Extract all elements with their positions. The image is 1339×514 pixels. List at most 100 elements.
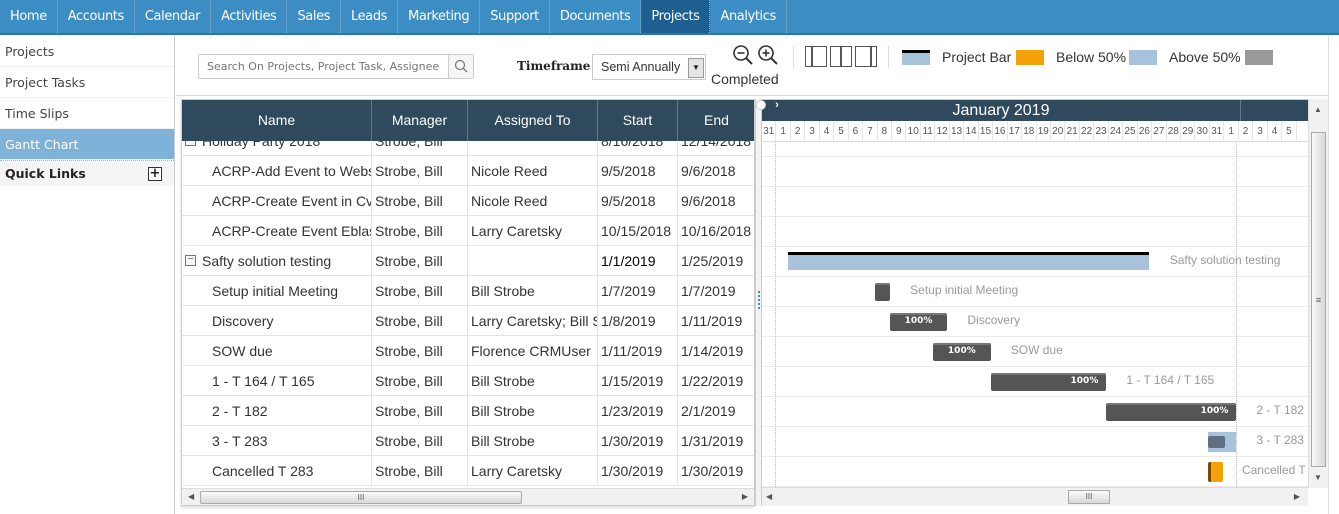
scroll-right-icon[interactable]: ▶: [742, 492, 748, 501]
nav-item-projects[interactable]: Projects: [641, 0, 711, 33]
day-label: 15: [979, 121, 994, 142]
scroll-left-icon[interactable]: ◀: [188, 492, 194, 501]
task-bar[interactable]: [1207, 432, 1237, 452]
table-row[interactable]: − Safty solution testing Strobe, Bill 1/1/2…: [182, 246, 754, 276]
nav-item-accounts[interactable]: Accounts: [58, 0, 135, 33]
nav-item-leads[interactable]: Leads: [341, 0, 399, 33]
column-header-name[interactable]: Name: [182, 100, 372, 141]
scroll-right-icon[interactable]: ▶: [1294, 492, 1300, 501]
column-header-manager[interactable]: Manager: [372, 100, 468, 141]
scroll-down-icon[interactable]: ▼: [1314, 473, 1322, 482]
legend-label-above-50: Above 50%: [1169, 49, 1241, 65]
task-bar[interactable]: 100%: [889, 313, 948, 331]
row-gridline: [762, 396, 1308, 397]
day-label: 23: [1094, 121, 1109, 142]
day-label: 4: [820, 121, 835, 142]
sidebar-item-time-slips[interactable]: Time Slips: [0, 98, 174, 129]
day-label: 17: [1008, 121, 1023, 142]
nav-item-support[interactable]: Support: [480, 0, 550, 33]
task-bar[interactable]: 100%: [1106, 403, 1237, 421]
cell-manager: Strobe, Bill: [372, 276, 468, 306]
sidebar-item-project-tasks[interactable]: Project Tasks: [0, 67, 174, 98]
column-header-end[interactable]: End: [678, 100, 754, 141]
zoom-in-button[interactable]: [757, 44, 781, 68]
panel-splitter[interactable]: [755, 99, 762, 506]
search-input[interactable]: [199, 55, 449, 78]
plus-icon[interactable]: +: [148, 167, 162, 181]
table-row[interactable]: 2 - T 182 Strobe, Bill Bill Strobe 1/23/201…: [182, 396, 754, 426]
sidebar: Projects Project Tasks Time Slips Gantt …: [0, 36, 175, 514]
scroll-up-icon[interactable]: ▲: [1314, 105, 1322, 114]
task-bar[interactable]: [875, 283, 891, 301]
nav-item-calendar[interactable]: Calendar: [135, 0, 212, 33]
table-row[interactable]: ACRP-Create Event Eblast Strobe, Bill Larr…: [182, 216, 754, 246]
row-gridline: [762, 216, 1308, 217]
cell-assigned: Florence CRMUser: [468, 336, 598, 366]
row-gridline: [762, 156, 1308, 157]
vertical-scroll-thumb[interactable]: ≡: [1311, 132, 1326, 467]
scroll-left-icon[interactable]: ◀: [766, 492, 772, 501]
percent-complete: 100%: [947, 346, 976, 356]
cell-start: 9/5/2018: [598, 186, 678, 216]
percent-complete: 100%: [1070, 376, 1099, 386]
day-label: 5: [1282, 121, 1297, 142]
divider: [793, 46, 794, 68]
grid-scroll-thumb[interactable]: III: [200, 491, 522, 504]
month-separator: [1240, 100, 1241, 121]
timeline-next-icon[interactable]: ›: [771, 100, 783, 112]
cell-assigned: [468, 246, 598, 276]
table-row[interactable]: ACRP-Add Event to WebsiteStrobe, BillNic…: [182, 156, 754, 186]
table-row[interactable]: SOW due Strobe, Bill Florence CRMUser 1/11/…: [182, 336, 754, 366]
nav-item-analytics[interactable]: Analytics: [710, 0, 787, 33]
day-label: 3: [1253, 121, 1268, 142]
layout-split-button[interactable]: [830, 46, 852, 67]
gantt-chart: January 2019 31 1 2 3 4 5 6 7 8 9 10 11 12 13 14 15 16 17…: [762, 99, 1308, 506]
table-row[interactable]: Cancelled T 283 Strobe, Bill Larry Caretsk…: [182, 456, 754, 486]
layout-right-button[interactable]: [855, 46, 877, 67]
page-edge: [1328, 36, 1339, 514]
day-label: 8: [878, 121, 893, 142]
table-row[interactable]: 3 - T 283 Strobe, Bill Bill Strobe 1/30/201…: [182, 426, 754, 456]
zoom-out-icon: [733, 45, 753, 65]
nav-item-activities[interactable]: Activities: [211, 0, 288, 33]
nav-item-marketing[interactable]: Marketing: [398, 0, 481, 33]
timeframe-select[interactable]: Semi Annually ▼: [592, 54, 706, 80]
search-button[interactable]: [448, 55, 473, 78]
table-row[interactable]: 1 - T 164 / T 165 Strobe, Bill Bill Strobe…: [182, 366, 754, 396]
nav-item-documents[interactable]: Documents: [550, 0, 642, 33]
cell-end: 1/22/2019: [678, 366, 754, 396]
table-row[interactable]: ACRP-Create Event in CventStrobe, BillNi…: [182, 186, 754, 216]
cell-name: 1 - T 164 / T 165: [182, 366, 372, 396]
sidebar-item-projects[interactable]: Projects: [0, 36, 174, 67]
gantt-scroll-thumb[interactable]: III: [1068, 490, 1110, 504]
legend-swatch-project-bar: [902, 50, 930, 65]
table-row[interactable]: Discovery Strobe, Bill Larry Caretsky; Bil…: [182, 306, 754, 336]
nav-item-home[interactable]: Home: [0, 0, 58, 33]
gantt-horizontal-scrollbar[interactable]: ◀ III ▶: [762, 487, 1308, 506]
day-label: 24: [1109, 121, 1124, 142]
column-header-assigned-to[interactable]: Assigned To: [468, 100, 598, 141]
progress-fill: [1207, 436, 1225, 448]
day-label: 29: [1181, 121, 1196, 142]
day-label: 31: [1210, 121, 1225, 142]
cell-assigned: Nicole Reed: [468, 186, 598, 216]
grid-horizontal-scrollbar[interactable]: ◀ III ▶: [182, 488, 754, 505]
legend-swatch-below-50: [1016, 50, 1044, 65]
task-bar[interactable]: 100%: [990, 373, 1107, 391]
column-header-start[interactable]: Start: [598, 100, 678, 141]
sidebar-item-gantt-chart[interactable]: Gantt Chart: [0, 129, 174, 160]
task-bar[interactable]: 100%: [932, 343, 991, 361]
zoom-out-button[interactable]: [732, 44, 756, 68]
cell-end: 10/16/2018: [678, 216, 754, 246]
nav-item-sales[interactable]: Sales: [287, 0, 342, 33]
timeline-slider-handle[interactable]: [756, 100, 766, 110]
vertical-scrollbar[interactable]: ▲ ≡ ▼: [1308, 99, 1328, 488]
quick-links-label: Quick Links: [5, 166, 86, 181]
row-gridline: [762, 366, 1308, 367]
layout-left-button[interactable]: [805, 46, 827, 67]
collapse-icon[interactable]: −: [185, 255, 196, 266]
cell-manager: Strobe, Bill: [372, 306, 468, 336]
project-bar[interactable]: [788, 252, 1149, 270]
task-bar[interactable]: [1207, 462, 1223, 482]
table-row[interactable]: Setup initial Meeting Strobe, Bill Bill St…: [182, 276, 754, 306]
